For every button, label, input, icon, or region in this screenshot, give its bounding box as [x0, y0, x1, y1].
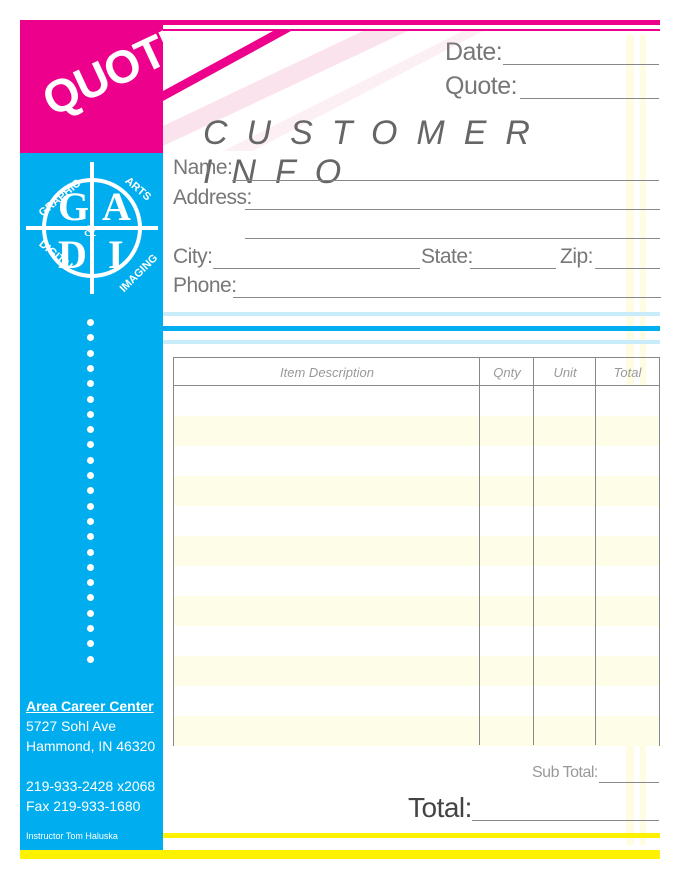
col-divider — [479, 358, 480, 745]
svg-text:I: I — [108, 232, 124, 277]
phone-label: Phone: — [173, 274, 237, 297]
date-field[interactable] — [503, 64, 659, 65]
table-row[interactable] — [174, 716, 659, 746]
quote-field[interactable] — [520, 98, 659, 99]
subtotal-label: Sub Total: — [532, 764, 598, 781]
org-name: Area Career Center — [26, 698, 154, 714]
table-row[interactable] — [174, 656, 659, 686]
table-header: Item Description Qnty Unit Total — [174, 358, 659, 386]
dot — [87, 364, 94, 372]
dot — [87, 502, 94, 510]
gadi-logo: G AD I & GRAPHIC ARTS DIGITAL IMAGING — [26, 162, 160, 295]
subtotal-field[interactable] — [599, 782, 659, 783]
state-field[interactable] — [470, 268, 556, 269]
address-line1: 5727 Sohl Ave — [26, 718, 117, 734]
svg-text:&: & — [84, 223, 97, 240]
table-row[interactable] — [174, 566, 659, 596]
table-row[interactable] — [174, 416, 659, 446]
table-row[interactable] — [174, 536, 659, 566]
quote-badge: QUOTE — [20, 20, 163, 153]
address-label: Address: — [173, 186, 252, 209]
phone-number: 219-933-2428 x2068 — [26, 778, 156, 794]
svg-text:IMAGING: IMAGING — [118, 252, 160, 295]
dot — [87, 349, 94, 357]
total-field[interactable] — [472, 820, 659, 821]
cyan-rule — [163, 312, 660, 316]
top-rule — [163, 20, 660, 25]
table-row[interactable] — [174, 476, 659, 506]
yellow-rule — [163, 833, 660, 838]
phone-field[interactable] — [233, 297, 661, 298]
zip-field[interactable] — [595, 268, 660, 269]
cyan-rule — [163, 340, 660, 344]
address-line2: Hammond, IN 46320 — [26, 738, 156, 754]
zip-label: Zip: — [560, 245, 594, 268]
yellow-rule — [20, 850, 660, 859]
dot — [87, 625, 94, 632]
col-divider — [595, 358, 596, 745]
dot — [87, 319, 94, 326]
table-row[interactable] — [174, 626, 659, 656]
dot — [87, 456, 94, 464]
table-row[interactable] — [174, 506, 659, 536]
name-field[interactable] — [232, 180, 659, 181]
address-field-2[interactable] — [245, 238, 660, 239]
table-row[interactable] — [174, 596, 659, 626]
dot — [87, 410, 94, 418]
col-qnty: Qnty — [493, 365, 521, 380]
name-label: Name: — [173, 156, 233, 179]
svg-text:A: A — [102, 184, 131, 229]
col-total: Total — [613, 365, 642, 380]
city-field[interactable] — [213, 268, 420, 269]
table-row[interactable] — [174, 686, 659, 716]
address-field[interactable] — [245, 209, 660, 210]
state-label: State: — [421, 245, 473, 268]
col-divider — [533, 358, 534, 745]
dot — [87, 548, 94, 556]
quote-title: QUOTE — [34, 20, 163, 127]
cyan-rule — [163, 326, 660, 331]
dot — [87, 609, 94, 617]
dot — [87, 655, 94, 663]
col-item-description: Item Description — [280, 365, 374, 380]
city-label: City: — [173, 245, 213, 268]
items-table: Item Description Qnty Unit Total — [173, 357, 660, 746]
fax-number: Fax 219-933-1680 — [26, 798, 141, 814]
dot — [87, 395, 94, 403]
instructor: Instructor Tom Haluska — [26, 831, 118, 841]
dot — [87, 563, 94, 571]
date-label: Date: — [445, 38, 503, 66]
total-label: Total: — [408, 792, 472, 823]
table-row[interactable] — [174, 386, 659, 416]
table-row[interactable] — [174, 446, 659, 476]
col-unit: Unit — [553, 365, 577, 380]
dot — [87, 472, 94, 479]
quote-label: Quote: — [445, 72, 518, 100]
dot — [87, 517, 94, 525]
